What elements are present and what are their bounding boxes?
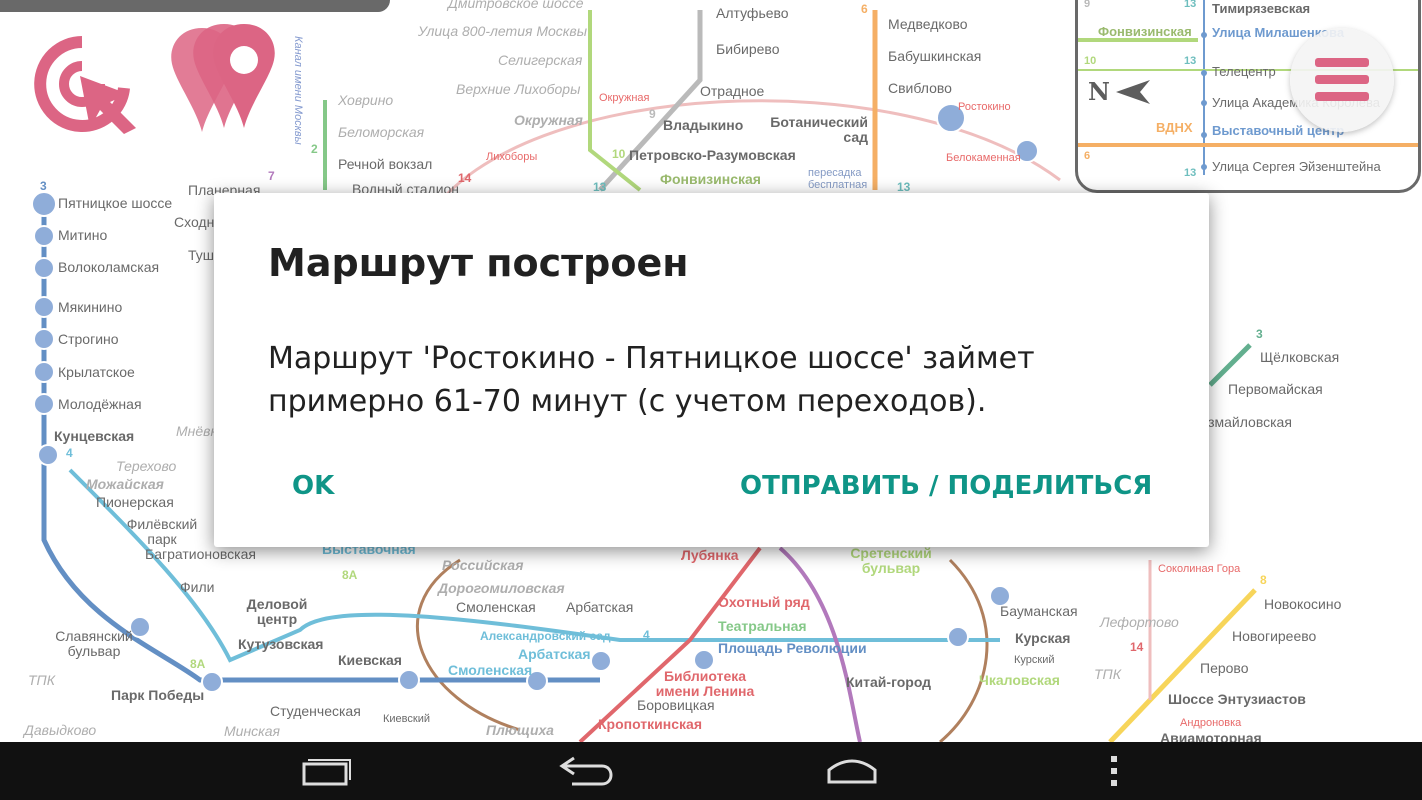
share-button[interactable]: ОТПРАВИТЬ / ПОДЕЛИТЬСЯ xyxy=(730,465,1162,507)
dialog-message: Маршрут 'Ростокино - Пятницкое шоссе' за… xyxy=(268,341,1035,419)
back-icon[interactable] xyxy=(533,746,643,796)
route-built-dialog: Маршрут построен Маршрут 'Ростокино - Пя… xyxy=(214,193,1209,547)
dialog-title: Маршрут построен xyxy=(268,241,689,285)
overflow-menu-icon[interactable] xyxy=(1059,746,1169,796)
home-icon[interactable] xyxy=(797,746,907,796)
ok-button[interactable]: OK xyxy=(282,465,344,507)
system-nav-bar xyxy=(0,742,1422,800)
recent-apps-icon[interactable] xyxy=(271,746,381,796)
